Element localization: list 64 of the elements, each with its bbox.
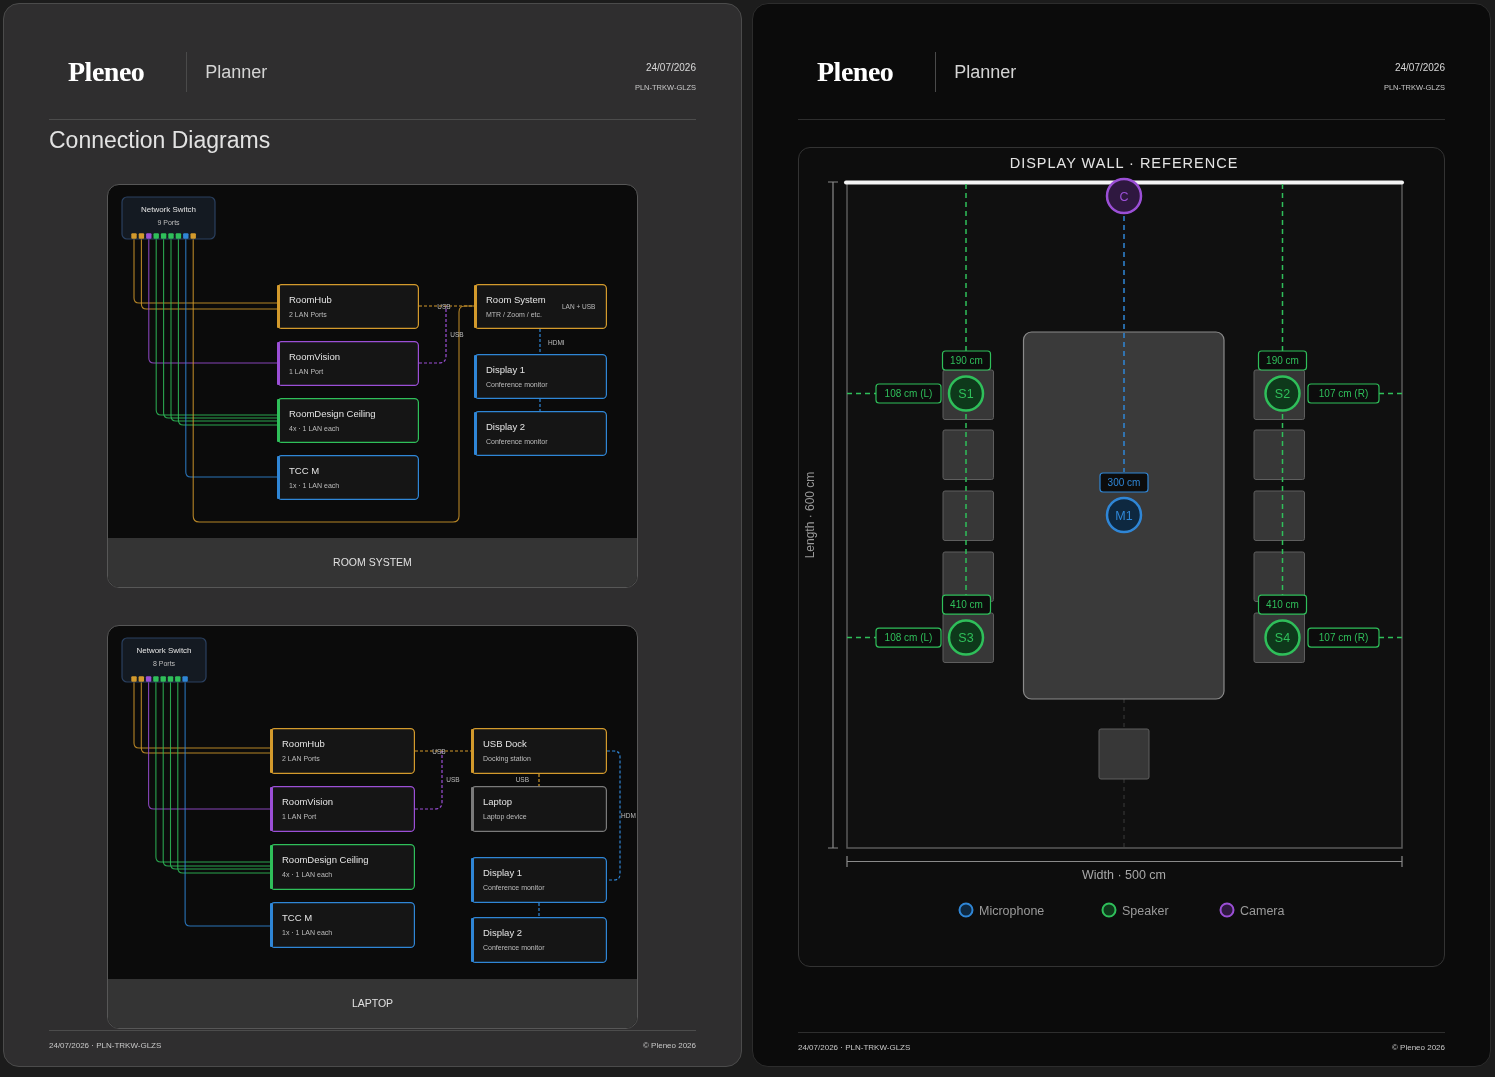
legend-label: Camera — [1240, 903, 1285, 918]
distance-tag: 108 cm (L) — [875, 383, 942, 404]
device-name: RoomVision — [282, 796, 334, 807]
chair — [1253, 429, 1305, 480]
legend-label: Speaker — [1122, 903, 1169, 918]
speaker-marker: S2 — [1264, 375, 1301, 412]
cable-line — [539, 328, 541, 355]
distance-tag: 107 cm (R) — [1307, 627, 1380, 648]
device-name: TCC M — [289, 465, 320, 476]
cable-line — [538, 773, 540, 787]
footer-text: © Pleneo 2026 — [1391, 1042, 1445, 1054]
distance-tag: 190 cm — [941, 350, 992, 371]
device-name: RoomHub — [289, 294, 332, 305]
dimension-label: Width · 500 cm — [1081, 868, 1167, 882]
cable-line — [539, 398, 541, 412]
footer-text: 24/07/2026 · PLN-TRKW-GLZS — [798, 1042, 911, 1054]
distance-tag: 108 cm (L) — [875, 627, 942, 648]
footer-text: 24/07/2026 · PLN-TRKW-GLZS — [49, 1040, 162, 1052]
distance-tag: 410 cm — [941, 594, 992, 615]
speaker-marker: S4 — [1264, 619, 1301, 656]
chair — [942, 429, 994, 480]
device-name: TCC M — [282, 912, 313, 923]
device-name: RoomVision — [289, 351, 341, 362]
microphone-marker: M1 — [1105, 496, 1143, 534]
guide-line — [846, 392, 877, 395]
speaker-marker: S3 — [947, 619, 985, 656]
section-title: Connection Diagrams — [49, 126, 272, 154]
switch-name: Network Switch — [136, 646, 192, 655]
guide-line — [846, 636, 877, 639]
device-name: RoomDesign Ceiling — [282, 854, 369, 865]
device-name: Laptop — [483, 796, 513, 807]
brand-logo: Pleneo — [817, 55, 894, 89]
distance-tag: 410 cm — [1257, 594, 1308, 615]
diagram-caption: ROOM SYSTEM — [333, 554, 412, 570]
device-name: RoomHub — [282, 738, 325, 749]
distance-tag: 300 cm — [1099, 472, 1149, 493]
speaker-marker: S1 — [947, 375, 985, 412]
distance-tag: 190 cm — [1257, 350, 1308, 371]
document-date: 24/07/2026 — [645, 61, 696, 75]
distance-tag: 107 cm (R) — [1307, 383, 1380, 404]
device-name: USB Dock — [483, 738, 527, 749]
app-name: Planner — [205, 61, 268, 84]
device-name: Display 1 — [486, 364, 526, 375]
panel-title: DISPLAY WALL · REFERENCE — [1009, 155, 1239, 171]
switch-name: Network Switch — [140, 205, 197, 214]
chair — [1098, 728, 1150, 780]
dimension-label: Length · 600 cm — [803, 471, 817, 559]
footer-text: © Pleneo 2026 — [642, 1040, 696, 1052]
chair — [942, 490, 994, 541]
device-name: RoomDesign Ceiling — [289, 408, 376, 419]
guide-line — [1378, 636, 1403, 639]
device-name: Room System — [486, 294, 546, 305]
device-name: Display 2 — [483, 927, 523, 938]
device-name: Display 2 — [486, 421, 526, 432]
device-name: Display 1 — [483, 867, 523, 878]
legend-label: Microphone — [979, 903, 1045, 918]
cable-line — [538, 902, 540, 918]
diagram-caption: LAPTOP — [351, 995, 394, 1011]
app-name: Planner — [954, 61, 1017, 84]
brand-logo: Pleneo — [68, 55, 145, 89]
chair — [1253, 490, 1305, 541]
guide-line — [1378, 392, 1403, 395]
camera-marker: C — [1105, 177, 1143, 215]
document-date: 24/07/2026 — [1394, 61, 1445, 75]
